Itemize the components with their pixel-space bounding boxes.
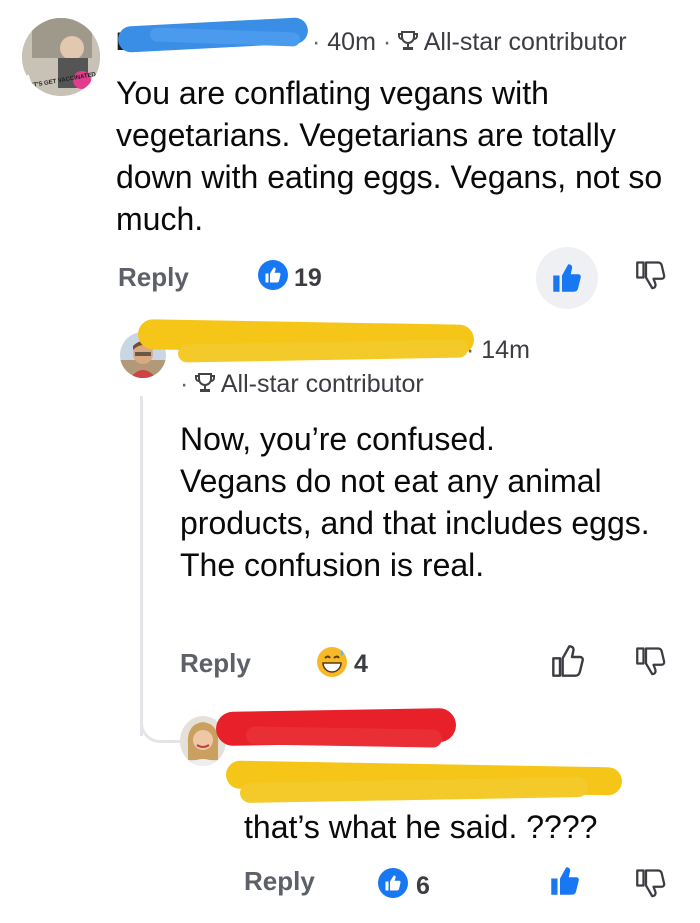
commenter-avatar[interactable]: LET'S GET VACCINATED: [22, 18, 100, 96]
reply-button[interactable]: Reply: [118, 262, 189, 293]
like-icon: [258, 260, 288, 290]
trophy-icon: [398, 28, 424, 56]
reaction-count[interactable]: 19: [294, 264, 322, 293]
timestamp[interactable]: 14m: [481, 336, 530, 364]
redaction-scribble: [245, 726, 443, 748]
upvote-button[interactable]: [552, 645, 584, 682]
downvote-button[interactable]: [636, 646, 666, 681]
thumbs-up-filled-icon: [551, 867, 579, 895]
badge-label: All-star contributor: [423, 28, 627, 56]
downvote-button[interactable]: [636, 260, 666, 295]
comment-meta-time: · 40m · All-star contributor: [312, 28, 627, 56]
thumbs-up-filled-icon: [553, 264, 581, 292]
grin-sweat-emoji: [316, 646, 348, 683]
thumbs-down-icon: [636, 261, 666, 290]
comment-text: You are conflating vegans with vegetaria…: [116, 75, 663, 237]
upvote-button[interactable]: [536, 247, 598, 309]
comment-text-line: Vegans do not eat any animal products, a…: [180, 463, 650, 541]
like-icon: [378, 868, 408, 898]
thumbs-down-icon: [636, 869, 666, 898]
reply-button[interactable]: Reply: [180, 648, 251, 679]
comment-text: that’s what he said. ????: [244, 809, 598, 845]
reaction-count[interactable]: 6: [416, 872, 430, 901]
downvote-button[interactable]: [636, 868, 666, 903]
comment-text-line: The confusion is real.: [180, 547, 485, 583]
thread-line: [140, 396, 143, 736]
comment-text-line: Now, you’re confused.: [180, 421, 495, 457]
thumbs-down-icon: [636, 647, 666, 676]
thread-line-curve: [140, 700, 183, 743]
reaction-count[interactable]: 4: [354, 650, 368, 679]
badge-label: All-star contributor: [220, 370, 424, 398]
redaction-scribble: [177, 339, 469, 363]
thumbs-up-icon: [552, 645, 584, 677]
comment-meta-badge: · All-star contributor: [180, 370, 424, 398]
trophy-icon: [195, 370, 221, 398]
timestamp[interactable]: 40m: [327, 28, 376, 56]
comment-text: Now, you’re confused. Vegans do not eat …: [180, 418, 650, 586]
reply-button[interactable]: Reply: [244, 866, 315, 897]
comment-meta-time: · 14m: [466, 336, 530, 364]
upvote-button[interactable]: [550, 866, 580, 901]
